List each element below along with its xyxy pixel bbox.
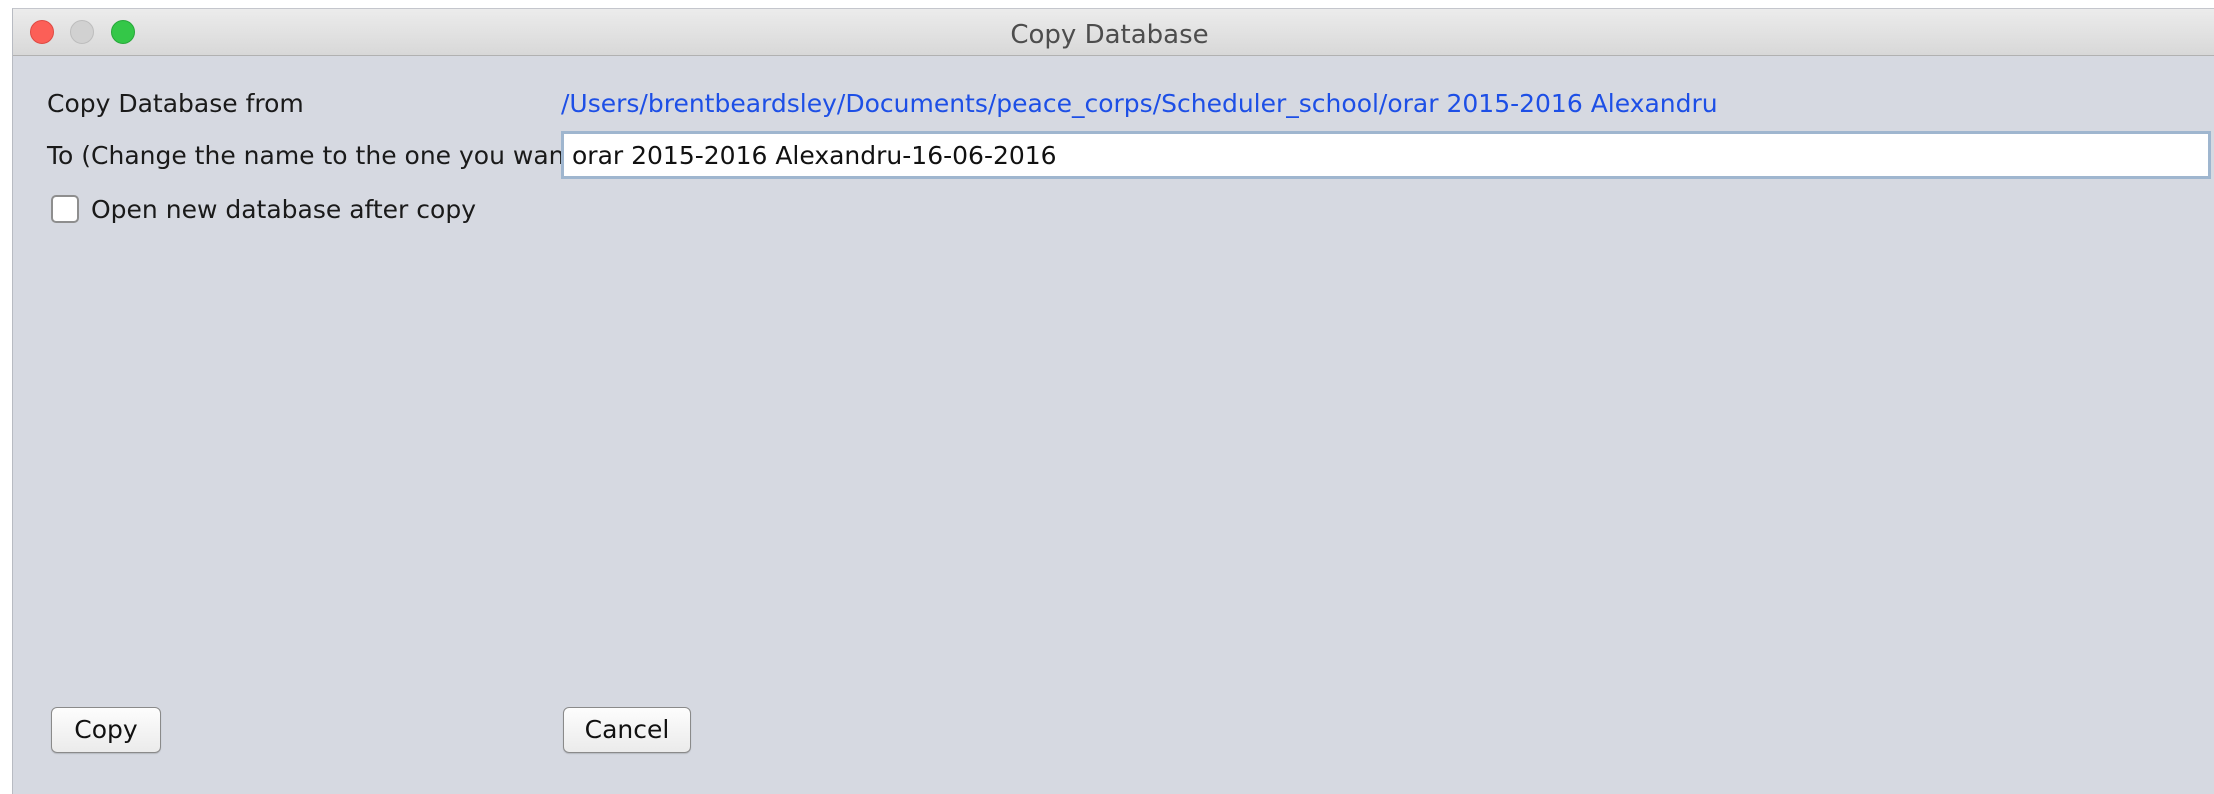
open-after-copy-label[interactable]: Open new database after copy bbox=[91, 195, 476, 224]
open-after-copy-checkbox[interactable] bbox=[51, 195, 79, 223]
copy-from-label: Copy Database from bbox=[47, 89, 304, 118]
source-database-path: /Users/brentbeardsley/Documents/peace_co… bbox=[561, 89, 1718, 118]
copy-database-dialog: Copy Database Copy Database from /Users/… bbox=[12, 8, 2214, 794]
cancel-button[interactable]: Cancel bbox=[563, 707, 691, 753]
copy-button[interactable]: Copy bbox=[51, 707, 161, 753]
window-title: Copy Database bbox=[1010, 20, 1209, 50]
destination-name-label: To (Change the name to the one you want) bbox=[47, 141, 585, 170]
destination-name-input[interactable] bbox=[561, 131, 2211, 179]
title-bar[interactable]: Copy Database bbox=[13, 9, 2214, 56]
